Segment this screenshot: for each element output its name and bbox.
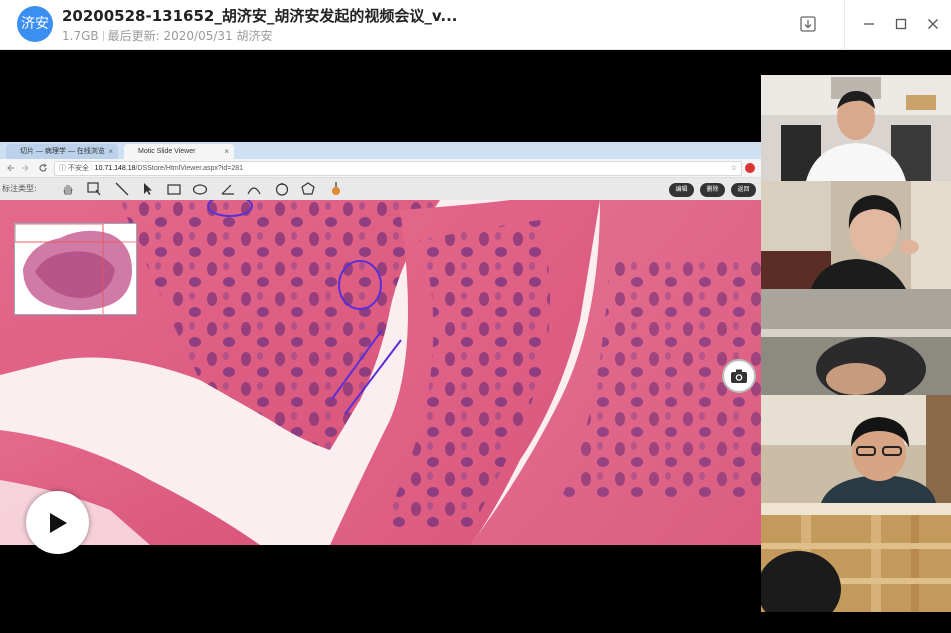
download-button[interactable] <box>793 9 823 39</box>
close-icon <box>928 19 938 29</box>
title-bar: 济安 20200528-131652_胡济安_胡济安发起的视频会议_v... 1… <box>0 0 951 50</box>
browser-address-bar: ⓘ 不安全 | 10.71.148.18/DSStore/HtmlViewer.… <box>0 159 761 178</box>
delete-button[interactable]: 删除 <box>700 183 725 197</box>
url-field[interactable]: ⓘ 不安全 | 10.71.148.18/DSStore/HtmlViewer.… <box>54 161 742 176</box>
circle-icon[interactable] <box>274 181 290 197</box>
participant-tile[interactable] <box>761 395 951 503</box>
slide-overview-map[interactable] <box>14 223 137 315</box>
rectangle-icon[interactable] <box>166 181 182 197</box>
star-icon[interactable]: ☆ <box>731 162 737 175</box>
participant-tile[interactable] <box>761 75 951 181</box>
info-icon: ⓘ <box>59 165 66 172</box>
tab-close-icon[interactable]: × <box>224 144 229 159</box>
tab-close-icon[interactable]: × <box>108 144 113 159</box>
recording-meta: 1.7GB 最后更新: 2020/05/31 胡济安 <box>62 27 272 44</box>
browser-tab-bar: 切片 — 病理学 — 在线浏览 × Motic Slide Viewer × <box>0 142 761 159</box>
participant-tile[interactable] <box>761 503 951 612</box>
participant-video-4 <box>761 395 951 503</box>
play-icon <box>49 512 67 533</box>
angle-icon[interactable] <box>220 181 236 197</box>
arc-icon[interactable] <box>246 181 262 197</box>
participant-video-3 <box>761 289 951 395</box>
participant-tile[interactable] <box>761 181 951 289</box>
camera-icon <box>731 369 747 383</box>
annotation-toolbar: 标注类型: 编辑 删除 返回 <box>0 178 761 200</box>
participant-tile[interactable] <box>761 289 951 395</box>
back-icon[interactable] <box>6 163 16 173</box>
extension-icon[interactable] <box>745 163 755 173</box>
tab-label: 切片 — 病理学 — 在线浏览 <box>20 148 105 155</box>
browser-tab[interactable]: 切片 — 病理学 — 在线浏览 × <box>6 144 118 159</box>
select-rect-icon[interactable] <box>86 181 102 197</box>
participant-video-1 <box>761 75 951 181</box>
edit-button[interactable]: 编辑 <box>669 183 694 197</box>
annotation-type-label: 标注类型: <box>2 184 37 193</box>
participant-video-2 <box>761 181 951 289</box>
overview-thumbnail <box>14 223 136 314</box>
download-icon <box>800 16 816 32</box>
maximize-button[interactable] <box>886 9 916 39</box>
arrow-icon[interactable] <box>140 181 156 197</box>
marker-icon[interactable] <box>328 181 344 197</box>
header-divider <box>844 0 845 50</box>
polygon-icon[interactable] <box>300 181 316 197</box>
maximize-icon <box>895 18 907 30</box>
play-button[interactable] <box>26 491 89 554</box>
snapshot-button[interactable] <box>722 359 756 393</box>
tab-label: Motic Slide Viewer <box>138 148 196 155</box>
last-updated: 最后更新: 2020/05/31 胡济安 <box>107 29 273 43</box>
recording-title: 20200528-131652_胡济安_胡济安发起的视频会议_v... <box>62 7 458 25</box>
hand-icon[interactable] <box>60 181 76 197</box>
participant-video-5 <box>761 503 951 612</box>
close-button[interactable] <box>918 9 948 39</box>
url-path: /DSStore/HtmlViewer.aspx?id=281 <box>135 165 244 172</box>
ellipse-icon[interactable] <box>192 181 208 197</box>
security-label: 不安全 <box>67 165 89 172</box>
reload-icon[interactable] <box>38 163 48 173</box>
app-avatar: 济安 <box>17 6 53 42</box>
browser-tab-active[interactable]: Motic Slide Viewer × <box>124 144 234 159</box>
line-icon[interactable] <box>114 181 130 197</box>
file-size: 1.7GB <box>62 29 99 43</box>
minimize-icon <box>864 23 874 25</box>
forward-icon[interactable] <box>20 163 30 173</box>
video-player[interactable]: 切片 — 病理学 — 在线浏览 × Motic Slide Viewer × ⓘ… <box>0 50 951 633</box>
url-host: 10.71.148.18 <box>94 165 136 172</box>
back-button[interactable]: 返回 <box>731 183 756 197</box>
minimize-button[interactable] <box>854 9 884 39</box>
shared-screen: 切片 — 病理学 — 在线浏览 × Motic Slide Viewer × ⓘ… <box>0 142 761 545</box>
meta-divider <box>102 31 104 41</box>
